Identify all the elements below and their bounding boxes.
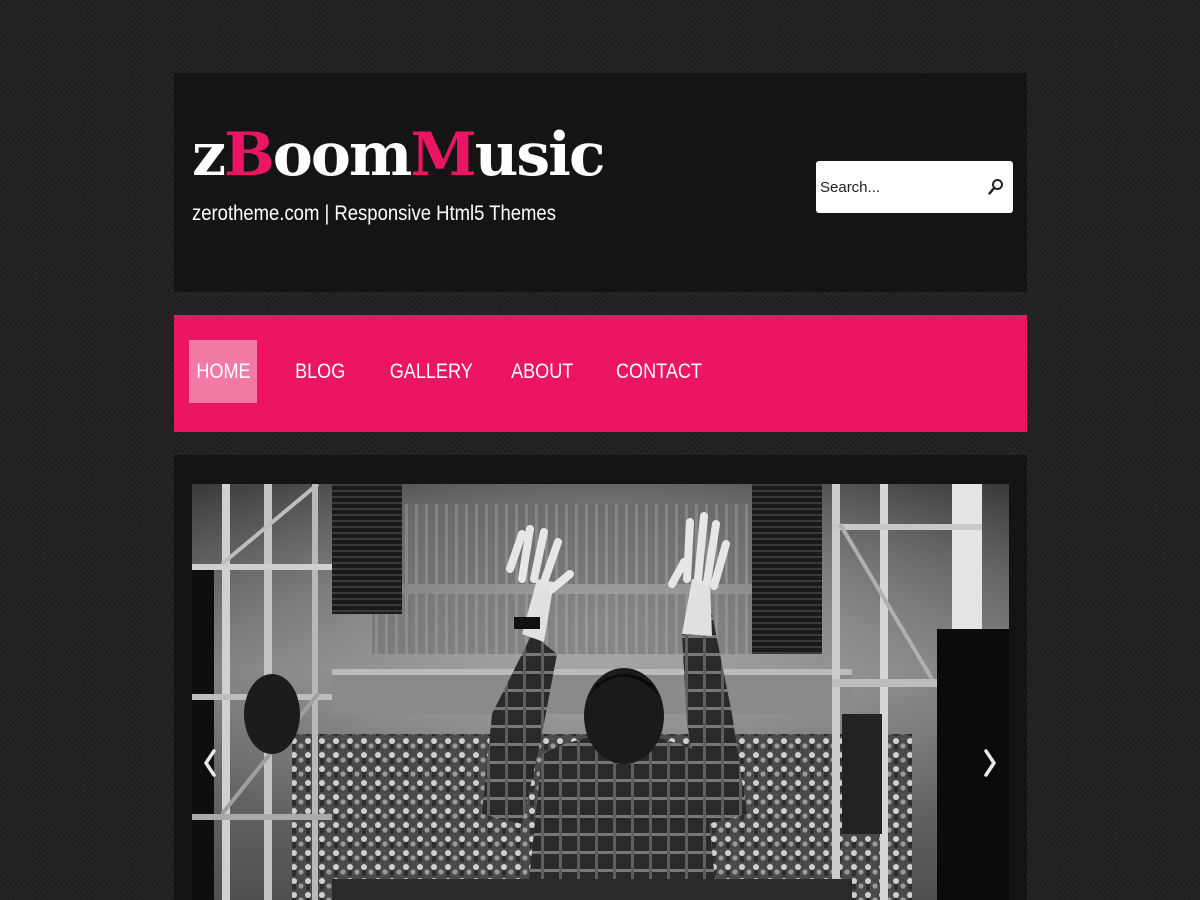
logo-part-3: oom <box>272 120 413 190</box>
nav-item-about-label: ABOUT <box>510 360 574 383</box>
chevron-right-icon[interactable] <box>978 745 1002 781</box>
logo-part-1: z <box>192 120 226 190</box>
main-navigation: HOME BLOG GALLERY ABOUT CONTACT <box>174 315 1027 432</box>
nav-item-contact[interactable]: CONTACT <box>609 340 703 403</box>
site-header: zBoomMusic zerotheme.com | Responsive Ht… <box>174 73 1027 292</box>
nav-item-contact-label: CONTACT <box>615 360 702 383</box>
chevron-left-icon[interactable] <box>198 745 222 781</box>
logo-part-5: usic <box>474 120 606 190</box>
slide-image <box>192 484 1009 900</box>
concert-photo <box>192 484 1009 900</box>
nav-item-blog[interactable]: BLOG <box>287 340 353 403</box>
nav-item-home-label: HOME <box>195 360 251 383</box>
search-icon[interactable] <box>988 178 1004 196</box>
nav-item-home[interactable]: HOME <box>189 340 257 403</box>
nav-item-about[interactable]: ABOUT <box>505 340 579 403</box>
site-tagline: zerotheme.com | Responsive Html5 Themes <box>192 202 556 225</box>
site-logo[interactable]: zBoomMusic <box>192 125 605 185</box>
slider-panel <box>174 455 1027 900</box>
search-input[interactable] <box>820 173 980 201</box>
nav-item-blog-label: BLOG <box>294 360 346 383</box>
nav-item-gallery[interactable]: GALLERY <box>383 340 475 403</box>
logo-part-2: B <box>224 120 275 190</box>
logo-part-4: M <box>410 120 476 190</box>
nav-item-gallery-label: GALLERY <box>389 360 473 383</box>
search-box <box>816 161 1013 213</box>
